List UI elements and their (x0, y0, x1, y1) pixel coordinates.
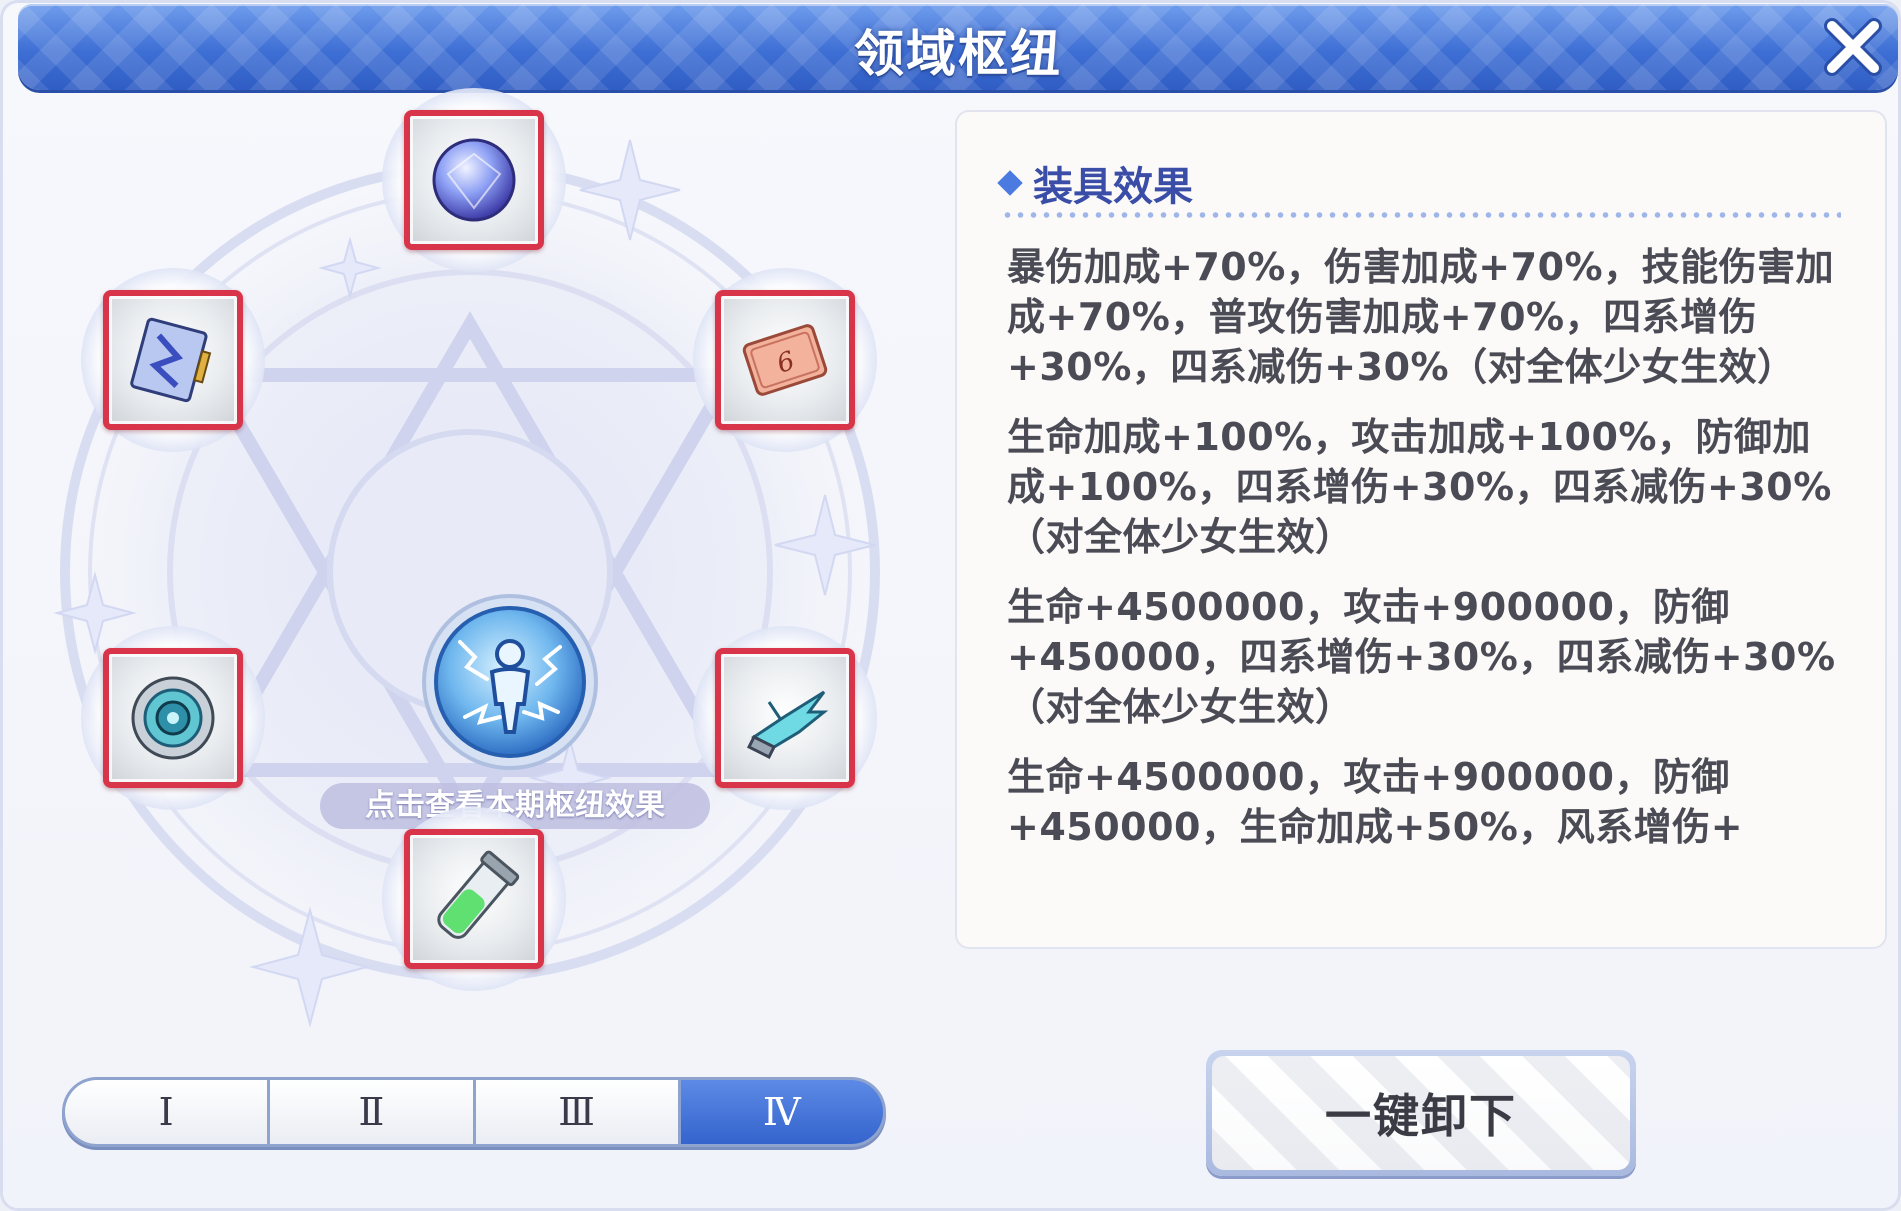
hub-window: 领域枢纽 点击查看本期枢纽效果 6 Ⅰ Ⅱ Ⅲ Ⅳ 装具效果 暴伤加成+70%，… (0, 0, 1901, 1211)
tab-tier-1[interactable]: Ⅰ (65, 1080, 271, 1144)
tier-selector: Ⅰ Ⅱ Ⅲ Ⅳ (62, 1077, 886, 1147)
crystal-orb-icon (432, 138, 516, 222)
equipment-effects-panel[interactable]: 装具效果 暴伤加成+70%，伤害加成+70%，技能伤害加成+70%，普攻伤害加成… (957, 112, 1885, 947)
close-icon (1824, 18, 1882, 76)
effect-item: 生命+4500000，攻击+900000，防御+450000，四系增伤+30%，… (1007, 585, 1836, 729)
unequip-all-label: 一键卸下 (1212, 1056, 1630, 1170)
diamond-bullet-icon (997, 170, 1023, 196)
effects-title: 装具效果 (1033, 164, 1193, 210)
mech-core-icon (131, 676, 215, 760)
slot-lower-left[interactable] (81, 626, 265, 810)
unequip-all-button[interactable]: 一键卸下 (1206, 1050, 1636, 1176)
effects-header: 装具效果 (997, 158, 1193, 210)
close-button[interactable] (1822, 16, 1884, 78)
slot-upper-right[interactable]: 6 (693, 268, 877, 452)
wing-armor-icon (746, 690, 829, 760)
slot-upper-left[interactable] (81, 268, 265, 452)
card-6-icon: 6 (742, 324, 828, 396)
tab-tier-4[interactable]: Ⅳ (680, 1080, 883, 1144)
blueprint-icon (130, 317, 212, 403)
tab-tier-2[interactable]: Ⅱ (270, 1080, 476, 1144)
tab-tier-3[interactable]: Ⅲ (475, 1080, 681, 1144)
slot-bottom[interactable] (382, 807, 566, 991)
magic-circle-area: 点击查看本期枢纽效果 6 (40, 88, 920, 1040)
green-vial-icon (437, 850, 520, 939)
center-hub-button[interactable] (420, 592, 600, 772)
effect-item: 暴伤加成+70%，伤害加成+70%，技能伤害加成+70%，普攻伤害加成+70%，… (1007, 245, 1835, 389)
slot-lower-right[interactable] (693, 626, 877, 810)
effect-item: 生命加成+100%，攻击加成+100%，防御加成+100%，四系增伤+30%，四… (1007, 415, 1832, 559)
window-title: 领域枢纽 (854, 25, 1062, 83)
lightning-figure-icon (422, 594, 598, 770)
slot-top[interactable] (382, 88, 566, 272)
effect-item: 生命+4500000，攻击+900000，防御+450000，生命加成+50%，… (1007, 755, 1744, 849)
effects-list: 暴伤加成+70%，伤害加成+70%，技能伤害加成+70%，普攻伤害加成+70%，… (1007, 242, 1845, 872)
title-bar: 领域枢纽 (18, 4, 1898, 90)
dotted-divider (1001, 212, 1841, 218)
